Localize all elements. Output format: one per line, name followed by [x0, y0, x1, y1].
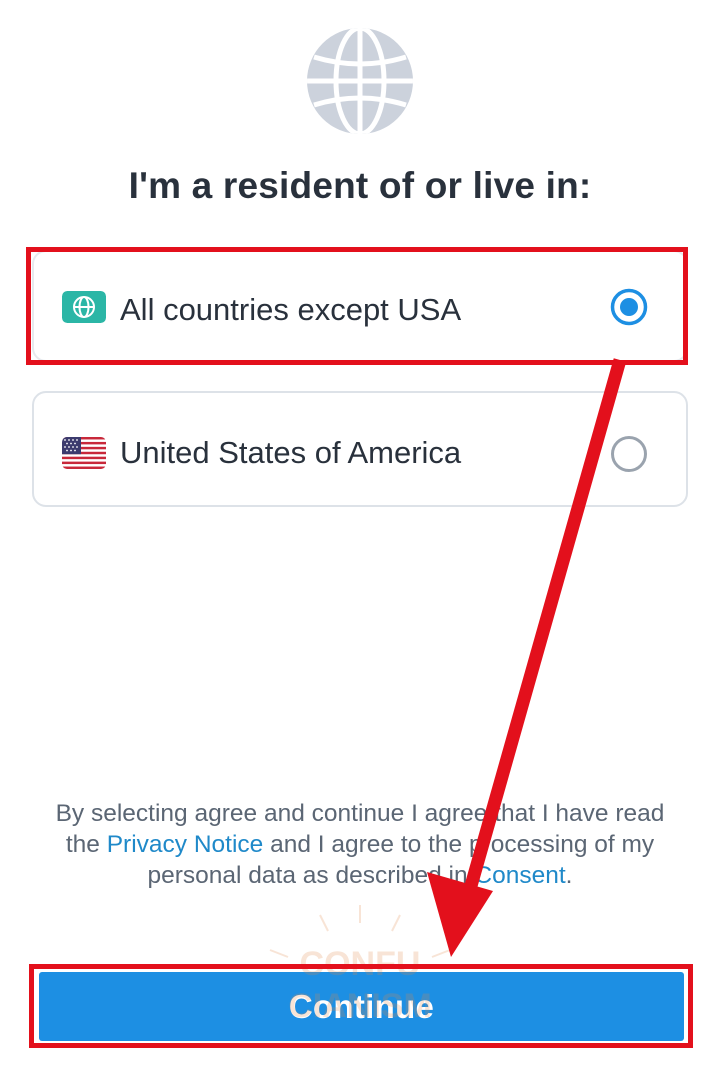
page-title: I'm a resident of or live in:: [128, 165, 592, 206]
consent-text: By selecting agree and continue I agree …: [40, 798, 680, 891]
option-label: United States of America: [120, 435, 462, 470]
option-all-countries-except-usa[interactable]: All countries except USA: [32, 250, 688, 362]
us-flag-icon: [62, 437, 106, 469]
globe-icon: [307, 28, 413, 134]
globe-icon: [62, 291, 106, 323]
option-united-states-of-america[interactable]: United States of America: [32, 391, 688, 507]
privacy-notice-link[interactable]: Privacy Notice: [107, 831, 264, 858]
consent-text-part: .: [565, 862, 573, 889]
continue-button[interactable]: Continue: [39, 972, 684, 1041]
consent-link[interactable]: Consent: [474, 862, 565, 889]
annotation-arrow: [427, 358, 627, 957]
radio-selected[interactable]: [610, 288, 648, 326]
radio-unselected[interactable]: [610, 435, 648, 473]
option-label: All countries except USA: [120, 292, 462, 327]
